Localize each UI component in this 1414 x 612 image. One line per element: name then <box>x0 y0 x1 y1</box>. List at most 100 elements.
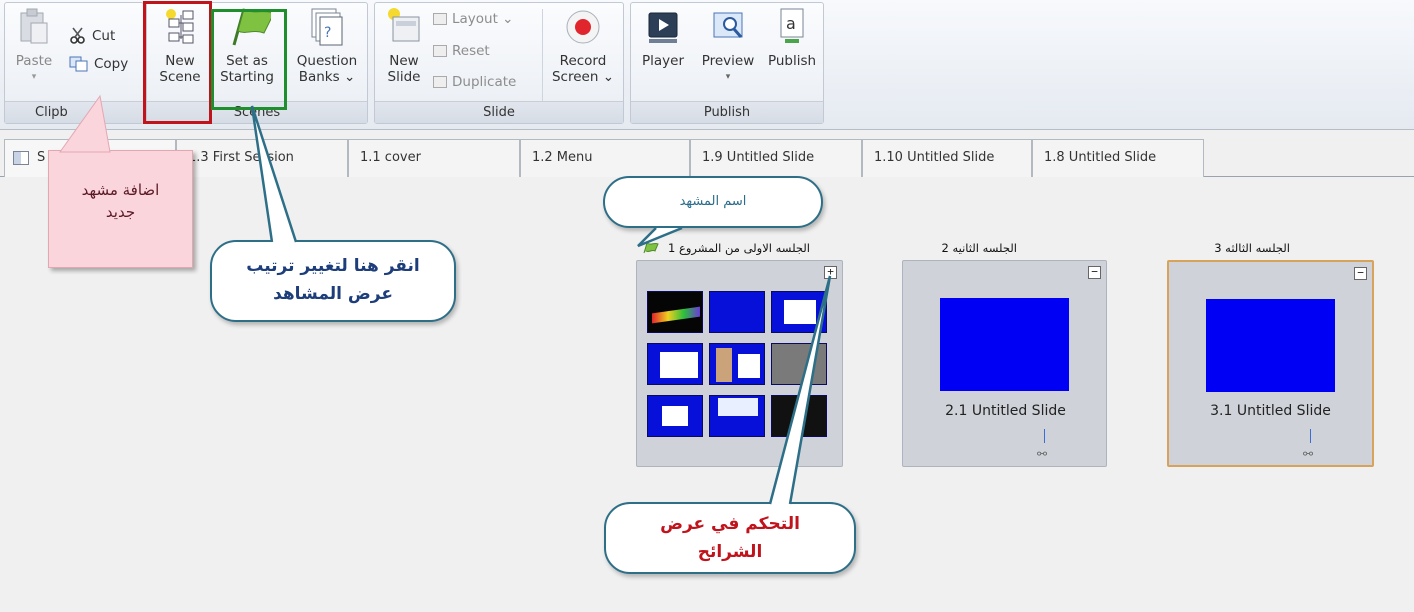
scissors-icon <box>70 27 85 44</box>
slides-callout-line-1: التحكم في عرض <box>660 514 800 534</box>
record-icon <box>566 10 600 44</box>
slide-group-label: Slide <box>375 101 623 123</box>
layout-label: Layout ⌄ <box>452 11 514 27</box>
scene-card-selected[interactable]: − 3.1 Untitled Slide ⚯ <box>1167 260 1374 467</box>
reset-label: Reset <box>452 43 490 59</box>
player-icon <box>648 12 678 43</box>
copy-icon <box>69 56 88 72</box>
new-scene-note: اضافة مشهد جديد <box>48 150 193 268</box>
slide-name: 3.1 Untitled Slide <box>1210 403 1331 419</box>
preview-icon <box>713 12 743 38</box>
slides-callout-line-2: الشرائح <box>697 542 763 562</box>
tab-slide[interactable]: 1.1 cover <box>348 139 520 177</box>
new-scene-highlight <box>143 1 212 124</box>
question-banks-icon: ? <box>311 8 343 46</box>
slide-name: 2.1 Untitled Slide <box>945 403 1066 419</box>
slide-thumbnail[interactable] <box>709 343 765 385</box>
slide-connector <box>1044 429 1045 443</box>
slides-view-callout: التحكم في عرض الشرائح <box>604 502 856 574</box>
link-icon: ⚯ <box>1303 447 1314 461</box>
record-screen-button[interactable]: Record Screen ⌄ <box>547 7 619 85</box>
record-screen-label-2: Screen ⌄ <box>551 69 614 85</box>
tab-label: 1.3 First Session <box>188 150 294 165</box>
new-slide-button[interactable]: New Slide <box>381 7 427 85</box>
tab-label: 1.10 Untitled Slide <box>874 150 995 165</box>
preview-label: Preview <box>701 53 755 69</box>
question-banks-button[interactable]: ? Question Banks ⌄ <box>289 7 365 85</box>
publish-icon: a <box>780 8 804 43</box>
publish-group-label: Publish <box>631 101 823 123</box>
question-banks-label-1: Question <box>296 53 358 69</box>
player-button[interactable]: Player <box>637 7 689 69</box>
set-as-starting-highlight <box>211 9 287 110</box>
paste-dropdown-icon: ▾ <box>31 72 37 82</box>
tab-slide[interactable]: 1.8 Untitled Slide <box>1032 139 1204 177</box>
tab-slide[interactable]: 1.2 Menu <box>520 139 690 177</box>
starting-callout-line-1: انقر هنا لتغيير ترتيب <box>246 256 420 276</box>
slide-thumbnail[interactable] <box>940 298 1069 391</box>
tab-slide[interactable]: 1.9 Untitled Slide <box>690 139 862 177</box>
starting-callout: انقر هنا لتغيير ترتيب عرض المشاهد <box>210 240 456 322</box>
slide-thumbnail[interactable] <box>771 291 827 333</box>
record-screen-label-1: Record <box>559 53 607 69</box>
collapse-toggle[interactable]: − <box>1354 267 1367 280</box>
layout-icon <box>433 13 447 25</box>
slide-thumbnail[interactable] <box>771 343 827 385</box>
grid-icon <box>13 150 29 165</box>
preview-dropdown-icon: ▾ <box>725 72 731 82</box>
slide-connector <box>1310 429 1311 443</box>
clipboard-group-label: Clipb <box>5 101 143 123</box>
question-banks-label-2: Banks ⌄ <box>298 69 356 85</box>
scene-name-callout-text: اسم المشهد <box>679 194 747 209</box>
slide-tab-bar: S 1.3 First Session 1.1 cover 1.2 Menu 1… <box>0 139 1414 177</box>
duplicate-icon <box>433 76 447 88</box>
collapse-toggle[interactable]: − <box>1088 266 1101 279</box>
starting-scene-flag-icon <box>643 242 659 254</box>
duplicate-button[interactable]: Duplicate <box>433 74 516 90</box>
scene-card[interactable]: − 2.1 Untitled Slide ⚯ <box>902 260 1107 467</box>
publish-label: Publish <box>767 53 817 69</box>
tab-label: 1.8 Untitled Slide <box>1044 150 1157 165</box>
svg-text:a: a <box>786 14 796 33</box>
tab-scenes-label: S <box>37 150 46 165</box>
scene-title[interactable]: الجلسه الثانيه 2 <box>903 241 1103 255</box>
copy-label: Copy <box>94 56 129 72</box>
new-slide-label-2: Slide <box>387 69 421 85</box>
copy-button[interactable]: Copy <box>69 55 128 73</box>
layout-button[interactable]: Layout ⌄ <box>433 11 514 27</box>
paste-icon <box>20 8 48 44</box>
slide-thumbnail[interactable] <box>771 395 827 437</box>
new-slide-icon <box>388 8 420 42</box>
slide-thumbnail[interactable] <box>647 343 703 385</box>
tab-slide[interactable]: 1.3 First Session <box>176 139 348 177</box>
tab-label: 1.1 cover <box>360 150 421 165</box>
clipboard-group: Paste ▾ Cut Copy Clipb <box>4 2 144 124</box>
reset-button[interactable]: Reset <box>433 43 490 59</box>
slide-thumbnail[interactable] <box>709 395 765 437</box>
tab-label: 1.2 Menu <box>532 150 593 165</box>
tab-label: 1.9 Untitled Slide <box>702 150 815 165</box>
expand-toggle[interactable]: + <box>824 266 837 279</box>
new-slide-label-1: New <box>389 53 419 69</box>
slide-thumbnail[interactable] <box>647 291 703 333</box>
tab-slide[interactable]: 1.10 Untitled Slide <box>862 139 1032 177</box>
slide-group: New Slide Layout ⌄ Reset Duplicate Recor… <box>374 2 624 124</box>
slide-thumbnail[interactable] <box>647 395 703 437</box>
slide-thumbnail[interactable] <box>709 291 765 333</box>
preview-button[interactable]: Preview ▾ <box>695 7 761 85</box>
paste-label: Paste <box>15 53 53 69</box>
scene-title[interactable]: الجلسه الثالثه 3 <box>1168 241 1378 255</box>
publish-button[interactable]: a Publish <box>763 7 821 69</box>
link-icon: ⚯ <box>1037 447 1048 461</box>
paste-button[interactable]: Paste ▾ <box>15 7 53 85</box>
scene-title[interactable]: الجلسه الاولى من المشروع 1 <box>640 241 836 255</box>
cut-button[interactable]: Cut <box>69 27 115 45</box>
note-line-2: جديد <box>105 203 136 221</box>
slide-thumbnail[interactable] <box>1206 299 1335 392</box>
duplicate-label: Duplicate <box>452 74 517 90</box>
slide-group-separator <box>542 9 543 101</box>
scene-card[interactable]: + <box>636 260 843 467</box>
starting-callout-line-2: عرض المشاهد <box>273 284 393 304</box>
cut-label: Cut <box>92 28 116 44</box>
svg-text:?: ? <box>324 25 331 41</box>
